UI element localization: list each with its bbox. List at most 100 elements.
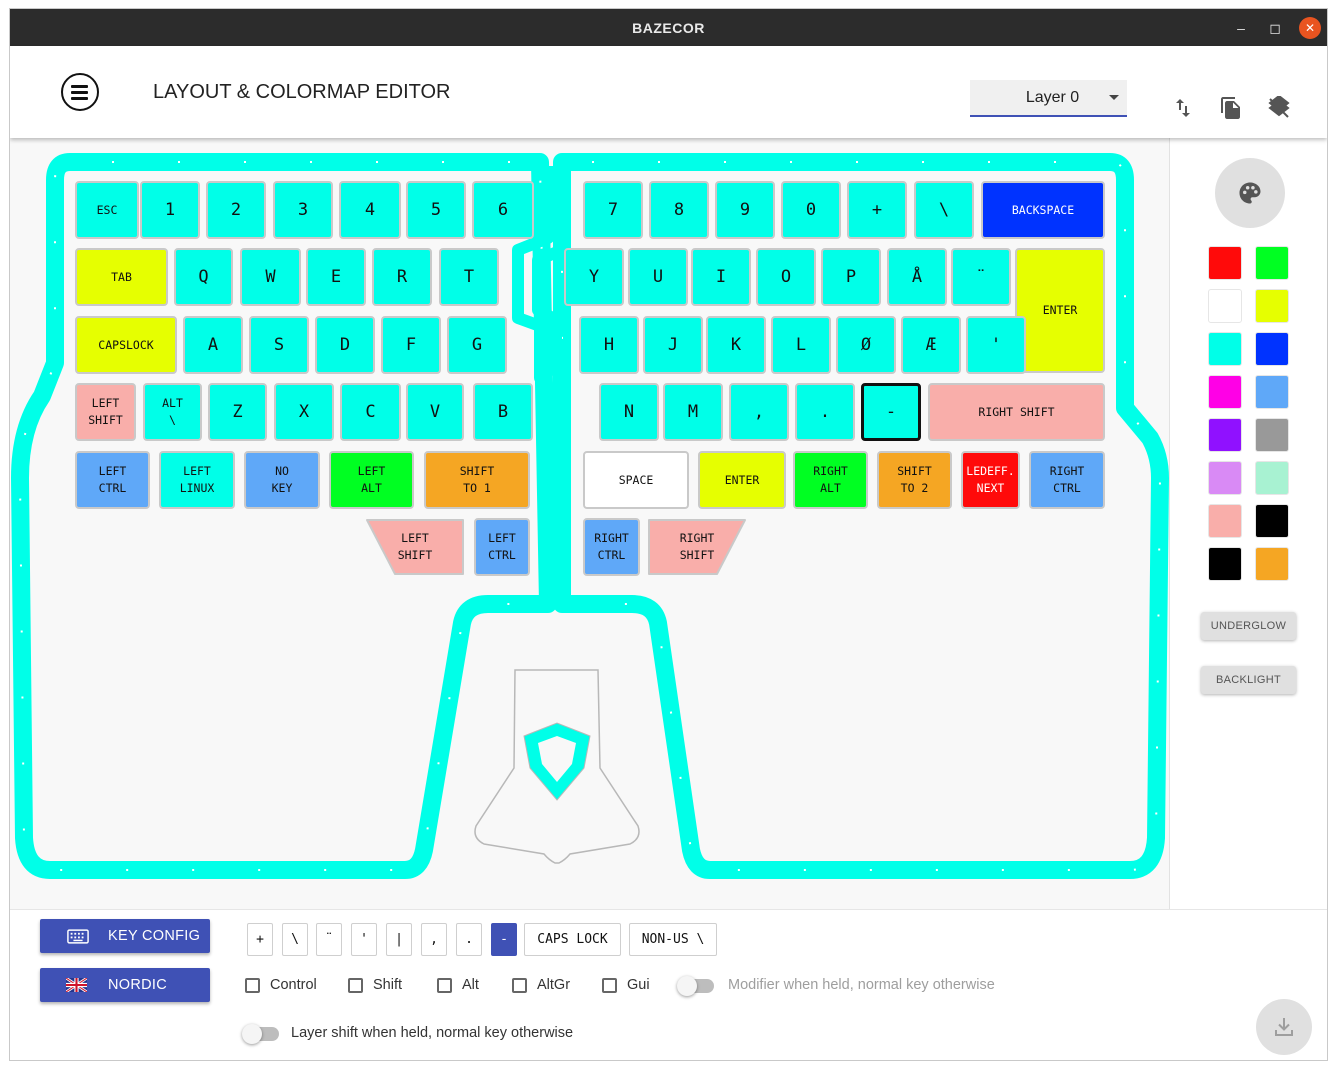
color-swatch-4[interactable] [1255, 289, 1289, 323]
key-r[interactable]: R [372, 248, 432, 306]
key-ø[interactable]: Ø [836, 316, 896, 374]
symbol-key-5[interactable]: | [386, 923, 412, 956]
key-æ[interactable]: Æ [901, 316, 961, 374]
key-1[interactable]: 1 [140, 181, 200, 239]
key-g[interactable]: G [447, 316, 507, 374]
symbol-key-9[interactable]: CAPS LOCK [524, 923, 621, 956]
key-left-alt[interactable]: LEFT ALT [329, 451, 414, 509]
import-export-icon[interactable] [1171, 96, 1195, 120]
key-7[interactable]: 7 [583, 181, 643, 239]
key-e[interactable]: E [306, 248, 366, 306]
color-swatch-1[interactable] [1208, 246, 1242, 280]
key-j[interactable]: J [643, 316, 703, 374]
key-right-ctrl[interactable]: RIGHT CTRL [583, 518, 640, 576]
key-6[interactable]: 6 [472, 181, 534, 239]
key-y[interactable]: Y [564, 248, 624, 306]
key-left-ctrl[interactable]: LEFT CTRL [474, 518, 530, 576]
key-enter[interactable]: ENTER [698, 451, 786, 509]
key-[interactable]: ¨ [951, 248, 1011, 306]
key-alt[interactable]: ALT \ [143, 383, 202, 441]
key-8[interactable]: 8 [649, 181, 709, 239]
key-[interactable]: - [861, 383, 921, 441]
key-[interactable]: . [795, 383, 855, 441]
layer-select[interactable]: Layer 0 [970, 80, 1127, 117]
key-left-shift[interactable]: LEFT SHIFT [75, 383, 136, 441]
key-5[interactable]: 5 [406, 181, 466, 239]
maximize-icon[interactable]: ◻ [1264, 17, 1286, 39]
symbol-key-6[interactable]: , [421, 923, 447, 956]
key-config-button[interactable]: KEY CONFIG [40, 919, 210, 953]
symbol-key-7[interactable]: . [456, 923, 482, 956]
key-f[interactable]: F [381, 316, 441, 374]
symbol-key-4[interactable]: ' [351, 923, 377, 956]
color-swatch-6[interactable] [1255, 332, 1289, 366]
symbol-key-3[interactable]: ¨ [316, 923, 342, 956]
key-4[interactable]: 4 [339, 181, 401, 239]
color-swatch-11[interactable] [1208, 461, 1242, 495]
key-right-shift[interactable]: RIGHT SHIFT [647, 518, 747, 576]
layer-shift-toggle[interactable] [242, 1024, 279, 1044]
key-3[interactable]: 3 [273, 181, 333, 239]
key-v[interactable]: V [406, 383, 464, 441]
key-x[interactable]: X [274, 383, 334, 441]
close-icon[interactable]: ✕ [1299, 17, 1321, 39]
key-right-alt[interactable]: RIGHT ALT [793, 451, 868, 509]
key-2[interactable]: 2 [206, 181, 266, 239]
key-u[interactable]: U [628, 248, 688, 306]
backlight-button[interactable]: BACKLIGHT [1201, 666, 1296, 694]
key-capslock[interactable]: CAPSLOCK [75, 316, 177, 374]
key-shift-to-2[interactable]: SHIFT TO 2 [877, 451, 952, 509]
key-å[interactable]: Å [887, 248, 947, 306]
key-i[interactable]: I [691, 248, 751, 306]
symbol-key-10[interactable]: NON-US \ [629, 923, 717, 956]
color-swatch-12[interactable] [1255, 461, 1289, 495]
symbol-key-8[interactable]: - [491, 923, 517, 956]
color-swatch-8[interactable] [1255, 375, 1289, 409]
color-swatch-10[interactable] [1255, 418, 1289, 452]
minimize-icon[interactable]: – [1230, 17, 1252, 39]
key-ledeff-next[interactable]: LEDEFF. NEXT [961, 451, 1020, 509]
palette-button[interactable] [1215, 158, 1285, 228]
key-[interactable]: , [729, 383, 789, 441]
key-0[interactable]: 0 [781, 181, 841, 239]
menu-icon[interactable] [61, 73, 99, 111]
key-tab[interactable]: TAB [75, 248, 168, 306]
modifier-toggle[interactable] [677, 976, 714, 996]
color-swatch-7[interactable] [1208, 375, 1242, 409]
color-swatch-5[interactable] [1208, 332, 1242, 366]
key-enter[interactable]: ENTER [1015, 248, 1105, 373]
key-no-key[interactable]: NO KEY [244, 451, 320, 509]
key-shift-to-1[interactable]: SHIFT TO 1 [424, 451, 530, 509]
key-backspace[interactable]: BACKSPACE [981, 181, 1105, 239]
key-m[interactable]: M [663, 383, 723, 441]
key-p[interactable]: P [821, 248, 881, 306]
color-swatch-3[interactable] [1208, 289, 1242, 323]
key-c[interactable]: C [340, 383, 401, 441]
key-s[interactable]: S [249, 316, 309, 374]
key-h[interactable]: H [579, 316, 639, 374]
key-[interactable]: \ [914, 181, 974, 239]
key-space[interactable]: SPACE [583, 451, 689, 509]
key-esc[interactable]: ESC [75, 181, 139, 239]
key-w[interactable]: W [240, 248, 301, 306]
key-a[interactable]: A [183, 316, 243, 374]
symbol-key-2[interactable]: \ [282, 923, 308, 956]
color-swatch-14[interactable] [1255, 504, 1289, 538]
key-right-shift[interactable]: RIGHT SHIFT [928, 383, 1105, 441]
key-left-ctrl[interactable]: LEFT CTRL [75, 451, 150, 509]
color-swatch-13[interactable] [1208, 504, 1242, 538]
key-[interactable]: ' [966, 316, 1026, 374]
color-swatch-9[interactable] [1208, 418, 1242, 452]
save-button[interactable] [1256, 999, 1312, 1055]
symbol-key-1[interactable]: + [247, 923, 273, 956]
clear-layer-icon[interactable] [1267, 96, 1291, 120]
key-d[interactable]: D [315, 316, 375, 374]
key-o[interactable]: O [756, 248, 816, 306]
key-[interactable]: + [847, 181, 907, 239]
copy-icon[interactable] [1219, 96, 1243, 120]
key-left-linux[interactable]: LEFT LINUX [159, 451, 235, 509]
key-z[interactable]: Z [208, 383, 267, 441]
underglow-button[interactable]: UNDERGLOW [1201, 612, 1296, 640]
key-b[interactable]: B [473, 383, 533, 441]
key-t[interactable]: T [439, 248, 499, 306]
